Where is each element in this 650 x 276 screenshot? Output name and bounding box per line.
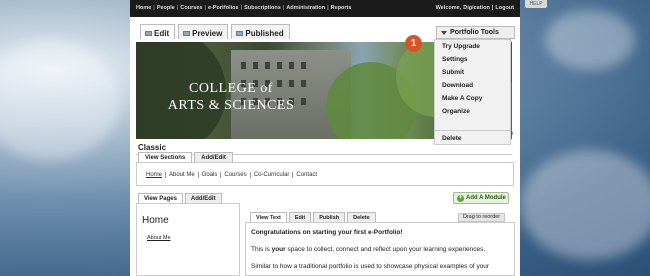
module-paragraph-2: Similar to how a traditional portfolio i… bbox=[251, 263, 490, 270]
section-co-curricular[interactable]: Co-Curricular bbox=[251, 172, 294, 178]
step-number-badge: 1 bbox=[405, 35, 422, 52]
tab-view-pages[interactable]: View Pages bbox=[138, 193, 183, 203]
menu-settings[interactable]: Settings bbox=[442, 56, 468, 63]
background-cloud bbox=[520, 150, 650, 260]
nav-eportfolios[interactable]: e-Portfolios bbox=[208, 5, 239, 11]
nav-courses[interactable]: Courses bbox=[180, 5, 202, 11]
pages-heading: Home bbox=[142, 215, 169, 226]
tab-preview-label: Preview bbox=[192, 28, 223, 38]
tab-edit[interactable]: Edit bbox=[140, 24, 176, 39]
tab-edit-label: Edit bbox=[154, 28, 170, 38]
college-title-line1: COLLEGE of bbox=[189, 81, 273, 96]
menu-make-a-copy[interactable]: Make A Copy bbox=[442, 95, 482, 102]
logout-link[interactable]: Logout bbox=[495, 5, 514, 11]
menu-organize[interactable]: Organize bbox=[442, 108, 470, 115]
module-heading: Congratulations on starting your first e… bbox=[251, 229, 403, 236]
page-link-about-me[interactable]: About Me bbox=[147, 235, 171, 241]
theme-title: Classic bbox=[138, 143, 167, 152]
nav-subscriptions[interactable]: Subscriptions bbox=[244, 5, 281, 11]
nav-reports[interactable]: Reports bbox=[331, 5, 352, 11]
background-cloud bbox=[0, 40, 120, 160]
section-home[interactable]: Home bbox=[143, 172, 167, 178]
section-contact[interactable]: Contact bbox=[293, 172, 320, 178]
menu-submit[interactable]: Submit bbox=[442, 69, 464, 76]
section-about-me[interactable]: About Me bbox=[166, 172, 199, 178]
menu-divider bbox=[435, 130, 510, 131]
help-button[interactable]: HELP bbox=[525, 0, 547, 8]
mode-tabs: Edit Preview Published bbox=[140, 24, 290, 39]
college-title-line2: ARTS & SCIENCES bbox=[167, 98, 295, 113]
plus-icon: + bbox=[457, 194, 464, 202]
module-paragraph-1: This is your space to collect, connect a… bbox=[251, 246, 486, 253]
nav-administration[interactable]: Administration bbox=[286, 5, 325, 11]
college-title: COLLEGE of ARTS & SCIENCES bbox=[156, 80, 306, 114]
menu-download[interactable]: Download bbox=[442, 82, 473, 89]
text-module: Congratulations on starting your first e… bbox=[245, 222, 515, 276]
add-module-label: Add A Module bbox=[466, 195, 506, 201]
welcome-label: Welcome, bbox=[435, 5, 462, 11]
edit-icon bbox=[145, 30, 152, 36]
nav-people[interactable]: People bbox=[157, 5, 175, 11]
preview-icon bbox=[183, 30, 191, 36]
top-nav-bar: Home | People | Courses | e-Portfolios | Sub… bbox=[130, 0, 520, 17]
tab-view-sections[interactable]: View Sections bbox=[138, 152, 193, 162]
main-nav: Home | People | Courses | e-Portfolios | Sub… bbox=[136, 5, 352, 11]
page-tabs: View Pages Add/Edit bbox=[138, 193, 222, 203]
module-tabs: View Text Edit Publish Delete bbox=[250, 212, 376, 222]
tab-edit-module[interactable]: Edit bbox=[288, 212, 312, 222]
published-icon bbox=[236, 30, 244, 36]
tab-published[interactable]: Published bbox=[231, 24, 290, 39]
portfolio-tools-menu: Try Upgrade Settings Submit Download Mak… bbox=[434, 39, 511, 145]
add-module-button[interactable]: + Add A Module bbox=[453, 192, 509, 204]
menu-try-upgrade[interactable]: Try Upgrade bbox=[442, 43, 480, 50]
pages-list: Home About Me bbox=[136, 203, 240, 276]
portfolio-tools-label: Portfolio Tools bbox=[450, 29, 499, 36]
welcome-area: Welcome, Digication | Logout bbox=[435, 5, 514, 11]
section-courses[interactable]: Courses bbox=[221, 172, 251, 178]
tab-add-edit-sections[interactable]: Add/Edit bbox=[194, 152, 233, 162]
tab-view-text[interactable]: View Text bbox=[250, 212, 287, 222]
tab-preview[interactable]: Preview bbox=[178, 24, 229, 39]
background-cloud bbox=[545, 10, 635, 70]
portfolio-tools-button[interactable]: Portfolio Tools bbox=[436, 26, 515, 39]
section-tabs: View Sections Add/Edit bbox=[138, 152, 233, 162]
tab-published-label: Published bbox=[245, 28, 284, 38]
sections-box: Home About Me Goals Courses Co-Curricula… bbox=[136, 162, 514, 186]
menu-delete[interactable]: Delete bbox=[442, 135, 462, 142]
section-links: Home About Me Goals Courses Co-Curricula… bbox=[143, 172, 320, 178]
chevron-down-icon bbox=[441, 30, 447, 35]
drag-to-reorder-handle[interactable]: Drag to reorder bbox=[458, 213, 505, 222]
nav-home[interactable]: Home bbox=[136, 5, 151, 11]
user-name[interactable]: Digication bbox=[463, 5, 490, 11]
section-goals[interactable]: Goals bbox=[199, 172, 222, 178]
tab-publish[interactable]: Publish bbox=[313, 212, 346, 222]
tab-delete-module[interactable]: Delete bbox=[347, 212, 376, 222]
tab-add-edit-pages[interactable]: Add/Edit bbox=[184, 193, 222, 203]
